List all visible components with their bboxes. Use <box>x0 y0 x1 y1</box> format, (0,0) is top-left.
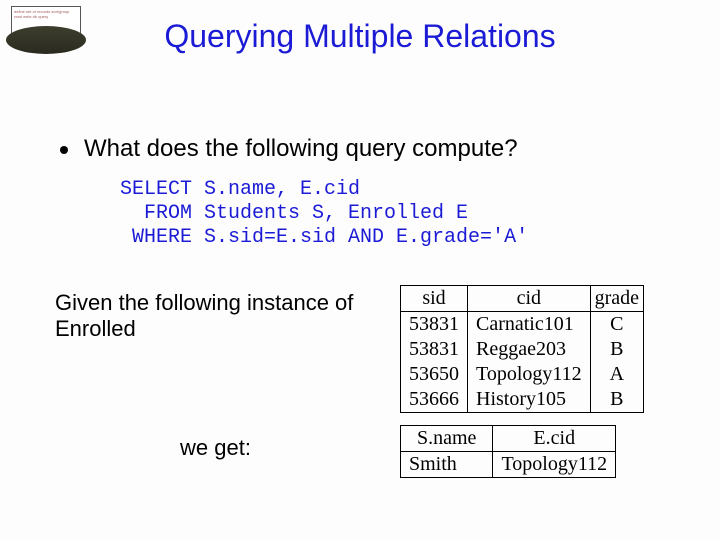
table-row: 53650 Topology112 A <box>401 362 644 387</box>
enrolled-th-sid: sid <box>401 286 468 312</box>
slide-title: Querying Multiple Relations <box>0 18 720 55</box>
enrolled-th-grade: grade <box>590 286 643 312</box>
result-th-cid: E.cid <box>493 426 616 452</box>
table-row: 53831 Carnatic101 C <box>401 312 644 338</box>
sql-query: SELECT S.name, E.cid FROM Students S, En… <box>120 178 528 250</box>
table-row: Smith Topology112 <box>401 452 616 478</box>
result-table: S.name E.cid Smith Topology112 <box>400 425 616 478</box>
bullet-dot <box>60 146 68 154</box>
given-label: Given the following instance of Enrolled <box>55 290 365 342</box>
weget-label: we get: <box>180 435 251 461</box>
result-th-name: S.name <box>401 426 493 452</box>
table-row: 53831 Reggae203 B <box>401 337 644 362</box>
enrolled-table: sid cid grade 53831 Carnatic101 C 53831 … <box>400 285 644 413</box>
bullet-line: What does the following query compute? <box>60 135 680 163</box>
bullet-text: What does the following query compute? <box>84 135 518 162</box>
enrolled-th-cid: cid <box>468 286 591 312</box>
table-row: 53666 History105 B <box>401 387 644 413</box>
